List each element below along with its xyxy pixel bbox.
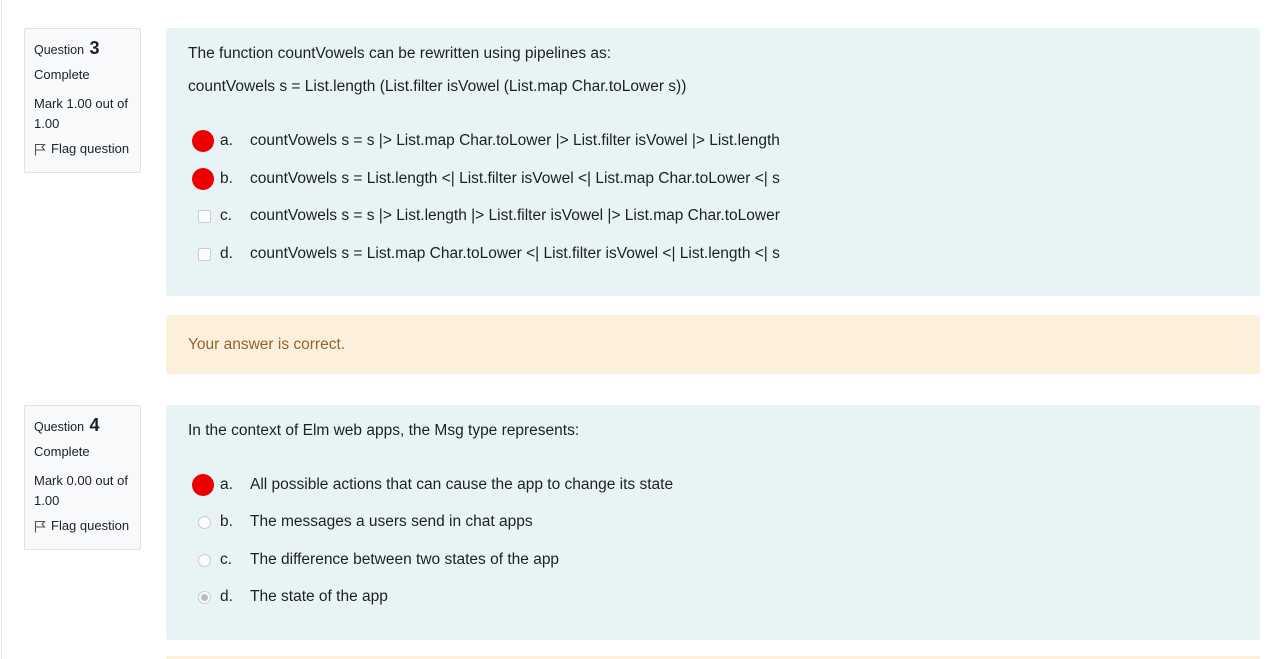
question-formulation-4: In the context of Elm web apps, the Msg …	[166, 405, 1260, 640]
flag-question-link[interactable]: Flag question	[34, 517, 131, 535]
answer-option-a[interactable]: a. All possible actions that can cause t…	[188, 473, 673, 497]
option-letter: d.	[220, 588, 233, 605]
option-text: countVowels s = List.map Char.toLower <|…	[250, 245, 780, 262]
question-number: Question 3	[34, 38, 131, 60]
question-formulation-3: The function countVowels can be rewritte…	[166, 28, 1260, 296]
option-letter: b.	[220, 513, 233, 530]
option-text: The messages a users send in chat apps	[250, 513, 533, 530]
option-text: The state of the app	[250, 588, 388, 605]
answer-option-c[interactable]: c. The difference between two states of …	[188, 548, 559, 572]
answer-option-b[interactable]: b. countVowels s = List.length <| List.f…	[188, 167, 780, 191]
flag-icon	[34, 520, 46, 532]
option-text: countVowels s = s |> List.map Char.toLow…	[250, 132, 780, 149]
feedback-text: Your answer is correct.	[188, 335, 346, 353]
question-state: Complete	[34, 444, 90, 459]
question-label: Question	[34, 420, 85, 434]
answer-option-a[interactable]: a. countVowels s = s |> List.map Char.to…	[188, 129, 780, 153]
question-text: In the context of Elm web apps, the Msg …	[188, 422, 580, 439]
answer-radio[interactable]	[198, 553, 211, 567]
question-grade: Mark 1.00 out of 1.00	[34, 96, 128, 131]
question-grade: Mark 0.00 out of 1.00	[34, 473, 128, 508]
question-info-4: Question 4 Complete Mark 0.00 out of 1.0…	[24, 405, 141, 550]
option-text: countVowels s = List.length <| List.filt…	[250, 170, 780, 187]
option-letter: b.	[220, 170, 233, 187]
answer-option-d[interactable]: d. countVowels s = List.map Char.toLower…	[188, 242, 780, 266]
option-text: All possible actions that can cause the …	[250, 476, 674, 493]
option-letter: a.	[220, 476, 233, 493]
question-info-3: Question 3 Complete Mark 1.00 out of 1.0…	[24, 28, 141, 173]
option-text: countVowels s = s |> List.length |> List…	[250, 207, 780, 224]
question-feedback: Your answer is correct.	[166, 315, 1260, 374]
flag-question-label: Flag question	[51, 141, 130, 156]
question-number-value: 3	[89, 38, 100, 58]
selected-answer-marker	[192, 474, 214, 496]
page-left-border	[1, 0, 2, 659]
flag-question-link[interactable]: Flag question	[34, 140, 131, 158]
option-letter: d.	[220, 245, 233, 262]
question-number: Question 4	[34, 415, 131, 437]
flag-question-label: Flag question	[51, 518, 130, 533]
question-label: Question	[34, 43, 85, 57]
answer-option-d[interactable]: d. The state of the app	[188, 585, 388, 609]
question-state: Complete	[34, 67, 90, 82]
option-letter: c.	[220, 207, 233, 224]
option-letter: c.	[220, 551, 233, 568]
answer-radio[interactable]	[198, 515, 211, 529]
option-text: The difference between two states of the…	[250, 551, 560, 568]
answer-option-c[interactable]: c. countVowels s = s |> List.length |> L…	[188, 204, 780, 228]
answer-checkbox[interactable]	[198, 247, 211, 261]
selected-answer-marker	[192, 130, 214, 152]
answer-radio-checked[interactable]	[198, 590, 211, 604]
selected-answer-marker	[192, 168, 214, 190]
question-text-code: countVowels s = List.length (List.filter…	[188, 78, 687, 95]
flag-icon	[34, 143, 46, 155]
question-number-value: 4	[89, 415, 100, 435]
answer-option-b[interactable]: b. The messages a users send in chat app…	[188, 510, 533, 534]
answer-checkbox[interactable]	[198, 209, 211, 223]
question-text: The function countVowels can be rewritte…	[188, 45, 612, 62]
option-letter: a.	[220, 132, 233, 149]
